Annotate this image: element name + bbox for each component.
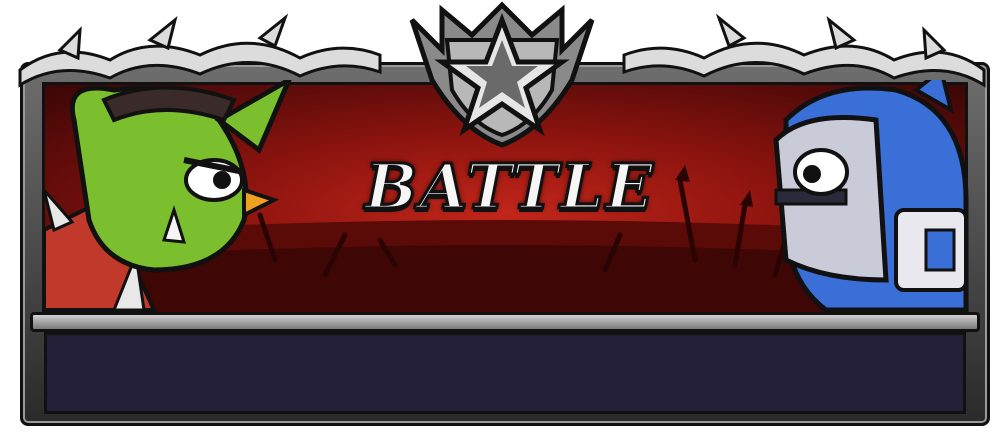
goblin-warrior-icon <box>44 80 292 312</box>
star-shield-icon <box>409 1 595 148</box>
banner-divider <box>30 312 980 332</box>
battle-banner: BATTLE <box>0 0 1004 433</box>
blue-knight-icon <box>773 80 969 313</box>
battle-title: BATTLE <box>363 149 656 225</box>
banner-footer-panel <box>44 332 966 414</box>
